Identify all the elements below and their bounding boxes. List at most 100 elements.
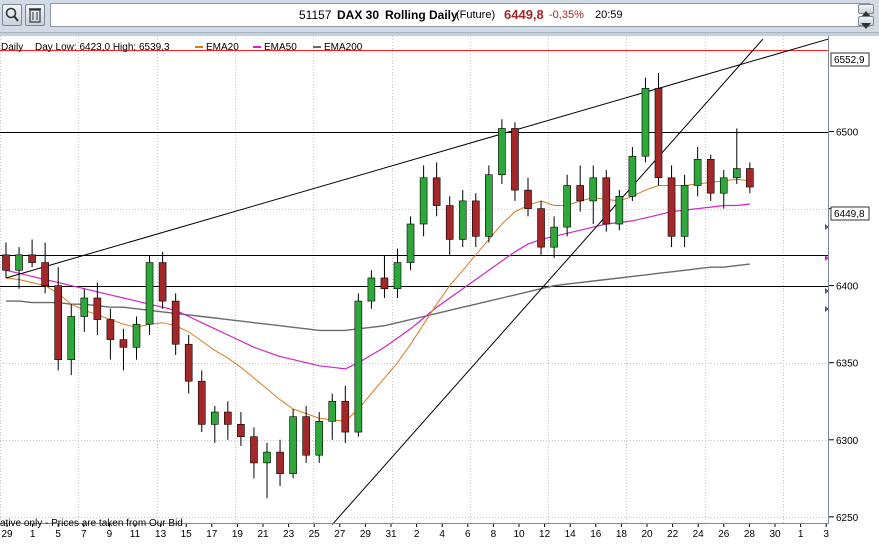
- candle-body: [132, 323, 141, 348]
- price-label: 6449,8: [834, 209, 865, 220]
- candle-body: [354, 300, 363, 433]
- x-tick-label: 20: [641, 529, 653, 540]
- x-tick-label: 15: [181, 529, 193, 540]
- legend-ema200: EMA200: [324, 42, 363, 53]
- candle-body: [380, 277, 389, 290]
- x-tick-label: 17: [206, 529, 218, 540]
- instrument-code: 51157: [299, 8, 332, 22]
- candle-body: [211, 411, 219, 425]
- candle-body: [197, 380, 206, 425]
- legend-ema20: EMA20: [206, 42, 239, 53]
- candle-body: [315, 420, 324, 456]
- y-tick-label: 6400: [836, 282, 859, 293]
- x-tick-label: 9: [107, 529, 113, 540]
- candle-body: [706, 158, 715, 194]
- x-tick-label: 11: [130, 529, 141, 540]
- x-tick-label: 24: [693, 529, 705, 540]
- price-axis[interactable]: [829, 36, 879, 523]
- trash-icon: [29, 8, 41, 23]
- arrow-down-icon: [861, 23, 871, 29]
- candle-body: [589, 177, 598, 202]
- candle-body: [693, 158, 702, 186]
- candle-body: [224, 411, 232, 425]
- x-tick-label: 8: [491, 529, 497, 540]
- x-tick-label: 28: [744, 529, 756, 540]
- candle-body: [302, 416, 310, 456]
- x-tick-label: 23: [283, 529, 295, 540]
- x-tick-label: 7: [81, 529, 87, 540]
- x-tick-label: 21: [257, 529, 269, 540]
- instrument-symbol: DAX 30: [337, 8, 380, 22]
- candle-body: [158, 262, 167, 302]
- instrument-change: -0,35%: [549, 9, 584, 21]
- zoom-button[interactable]: [2, 4, 22, 26]
- instrument-kind: (Future): [456, 9, 496, 21]
- x-tick-label: 4: [439, 529, 445, 540]
- x-tick-label: 3: [823, 529, 829, 540]
- candle-body: [171, 300, 180, 345]
- candle-body: [406, 223, 415, 263]
- candle-body: [641, 88, 650, 157]
- x-tick-label: 5: [55, 529, 61, 540]
- disclaimer: ative only - Prices are taken from Our B…: [0, 518, 183, 529]
- candle-body: [250, 436, 258, 464]
- x-tick-label: 12: [539, 529, 551, 540]
- x-tick-label: 1: [30, 529, 36, 540]
- candle-body: [289, 416, 297, 474]
- candle-body: [419, 177, 428, 225]
- scroll-up-button[interactable]: [858, 4, 874, 17]
- candle-body: [654, 88, 663, 179]
- scroll-down-button[interactable]: [858, 16, 874, 29]
- candle-body: [732, 168, 741, 179]
- candle-body: [485, 174, 493, 237]
- legend-swatch-ema50: [253, 46, 261, 48]
- candle-body: [471, 200, 480, 237]
- legend-ema50: EMA50: [264, 42, 297, 53]
- candle-body: [28, 254, 36, 263]
- x-tick-label: 29: [360, 529, 372, 540]
- candle-body: [41, 262, 49, 286]
- instrument-title: 51157 DAX 30 Rolling Daily (Future) 6449…: [50, 3, 870, 27]
- candle-body: [432, 177, 441, 206]
- x-tick-label: 6: [465, 529, 471, 540]
- axis-separator: [828, 36, 829, 523]
- candle-body: [80, 297, 89, 317]
- toolbar: 51157 DAX 30 Rolling Daily (Future) 6449…: [0, 0, 879, 33]
- x-tick-label: 29: [1, 529, 13, 540]
- x-tick-label: 10: [513, 529, 525, 540]
- x-tick-label: 16: [590, 529, 602, 540]
- info-stats: Day Low: 6423,0 High: 6539,3: [35, 42, 170, 53]
- candle-body: [524, 189, 532, 209]
- candle-body: [67, 316, 76, 360]
- candle-body: [746, 168, 754, 188]
- x-tick-label: 2: [414, 529, 420, 540]
- candle-body: [563, 185, 571, 228]
- x-tick-label: 18: [616, 529, 628, 540]
- x-tick-label: 27: [334, 529, 346, 540]
- instrument-time: 20:59: [595, 9, 623, 21]
- x-tick-label: 13: [155, 529, 167, 540]
- instrument-name: Rolling Daily: [385, 8, 458, 22]
- instrument-price: 6449,8: [504, 7, 544, 22]
- legend-swatch-ema20: [195, 46, 203, 48]
- x-tick-label: 1: [798, 529, 804, 540]
- candle-body: [328, 400, 337, 422]
- delete-button[interactable]: [25, 4, 45, 26]
- y-tick-label: 6350: [836, 359, 859, 370]
- candle-body: [667, 177, 676, 237]
- candle-body: [445, 205, 454, 240]
- price-chart[interactable]: 62506300635064006500 29 1 5 7 9 11 13 15 17 19 21 2…: [0, 36, 879, 559]
- x-tick-label: 14: [565, 529, 577, 540]
- x-tick-label: 22: [667, 529, 679, 540]
- y-tick-label: 6500: [836, 128, 859, 139]
- candle-body: [498, 128, 506, 176]
- candle-body: [393, 262, 402, 290]
- candle-body: [511, 128, 519, 191]
- candle-body: [145, 262, 154, 325]
- candle-body: [458, 200, 467, 240]
- resistance-label: 6552,9: [834, 55, 865, 66]
- candle-body: [537, 208, 545, 248]
- candle-body: [615, 195, 624, 225]
- candle-body: [93, 297, 102, 320]
- candle-body: [602, 177, 611, 225]
